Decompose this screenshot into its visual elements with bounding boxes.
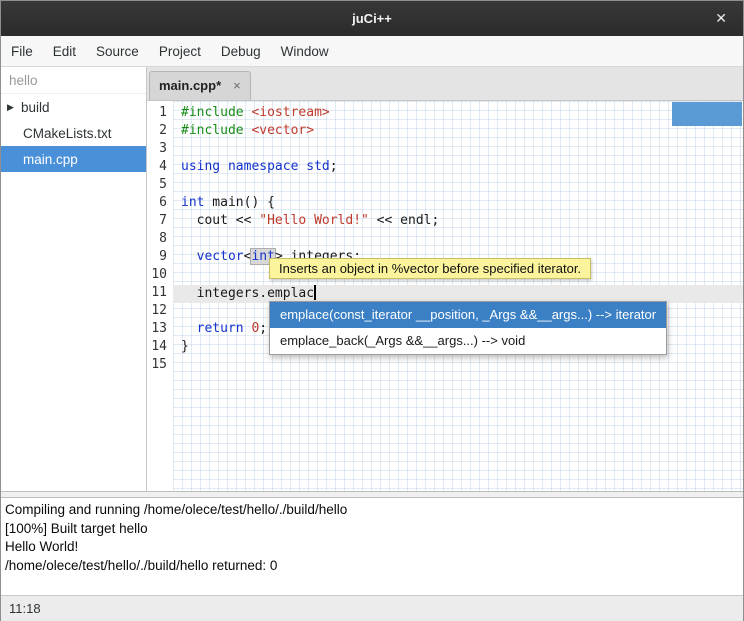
editor-pane: main.cpp* × 123456789101112131415 #inclu… — [147, 67, 743, 491]
tree-item-cmakelists-txt[interactable]: CMakeLists.txt — [1, 120, 146, 146]
line-number: 8 — [147, 231, 173, 249]
code-token: main() { — [204, 195, 274, 210]
code-token: << endl; — [369, 213, 439, 228]
code-token: } — [181, 339, 189, 354]
line-number: 3 — [147, 141, 173, 159]
line-number-gutter: 123456789101112131415 — [147, 105, 173, 375]
line-number: 13 — [147, 321, 173, 339]
line-number: 2 — [147, 123, 173, 141]
code-line[interactable]: int main() { — [173, 195, 743, 213]
line-number: 14 — [147, 339, 173, 357]
menu-edit[interactable]: Edit — [43, 36, 86, 66]
code-token: ; — [259, 321, 267, 336]
code-token: return — [197, 321, 244, 336]
file-tree: ▶build CMakeLists.txt main.cpp — [1, 94, 146, 172]
line-number: 6 — [147, 195, 173, 213]
code-token: using — [181, 159, 220, 174]
completion-item[interactable]: emplace(const_iterator __position, _Args… — [270, 302, 666, 328]
completion-item[interactable]: emplace_back(_Args &&__args...) --> void — [270, 328, 666, 354]
code-line[interactable]: cout << "Hello World!" << endl; — [173, 213, 743, 231]
code-line[interactable] — [173, 177, 743, 195]
code-line[interactable] — [173, 141, 743, 159]
menu-source[interactable]: Source — [86, 36, 149, 66]
output-line: [100%] Built target hello — [5, 520, 739, 539]
close-window-icon[interactable]: ✕ — [711, 1, 731, 36]
project-name: hello — [1, 67, 146, 94]
line-number: 9 — [147, 249, 173, 267]
line-number: 4 — [147, 159, 173, 177]
code-token: #include — [181, 105, 244, 120]
completion-popup: emplace(const_iterator __position, _Args… — [269, 301, 667, 355]
statusbar: 11:18 — [1, 595, 743, 621]
code-token: #include — [181, 123, 244, 138]
output-line: Compiling and running /home/olece/test/h… — [5, 501, 739, 520]
code-token: int — [181, 195, 204, 210]
output-line: Hello World! — [5, 538, 739, 557]
code-token: std — [306, 159, 329, 174]
code-line[interactable] — [173, 357, 743, 375]
expand-arrow-icon[interactable]: ▶ — [7, 102, 21, 113]
window-title: juCi++ — [352, 11, 392, 26]
menubar: FileEditSourceProjectDebugWindow — [1, 36, 743, 67]
cursor-position-status: 11:18 — [9, 601, 41, 616]
scrollbar-thumb[interactable] — [672, 102, 742, 126]
tree-item-label: CMakeLists.txt — [23, 126, 112, 141]
line-number: 12 — [147, 303, 173, 321]
code-token: vector — [197, 249, 244, 264]
code-line[interactable]: #include <vector> — [173, 123, 743, 141]
code-token: <vector> — [251, 123, 314, 138]
menu-project[interactable]: Project — [149, 36, 211, 66]
code-token: ; — [330, 159, 338, 174]
output-line: /home/olece/test/hello/./build/hello ret… — [5, 557, 739, 576]
file-tree-sidebar: hello ▶build CMakeLists.txt main.cpp — [1, 67, 147, 491]
line-number: 1 — [147, 105, 173, 123]
code-line[interactable]: using namespace std; — [173, 159, 743, 177]
tab-close-icon[interactable]: × — [233, 81, 241, 91]
code-token: namespace — [228, 159, 298, 174]
output-panel: Compiling and running /home/olece/test/h… — [1, 498, 743, 595]
code-token — [220, 159, 228, 174]
tree-item-label: build — [21, 100, 50, 115]
line-number: 7 — [147, 213, 173, 231]
tab-label: main.cpp* — [159, 78, 221, 93]
code-token: <iostream> — [251, 105, 329, 120]
line-number: 10 — [147, 267, 173, 285]
main-area: hello ▶build CMakeLists.txt main.cpp main.… — [1, 67, 743, 491]
line-number: 11 — [147, 285, 173, 303]
code-token: cout << — [181, 213, 259, 228]
code-editor[interactable]: 123456789101112131415 #include <iostream… — [147, 101, 743, 491]
code-token — [181, 321, 197, 336]
pane-splitter[interactable] — [1, 491, 743, 498]
menu-window[interactable]: Window — [271, 36, 339, 66]
code-token: integers.emplac — [181, 286, 314, 301]
jucipp-window: juCi++ ✕ FileEditSourceProjectDebugWindo… — [0, 0, 744, 621]
code-line[interactable] — [173, 231, 743, 249]
titlebar: juCi++ ✕ — [1, 1, 743, 36]
tree-item-main-cpp[interactable]: main.cpp — [1, 146, 146, 172]
menu-debug[interactable]: Debug — [211, 36, 271, 66]
code-token: "Hello World!" — [259, 213, 369, 228]
code-token — [181, 249, 197, 264]
menu-file[interactable]: File — [1, 36, 43, 66]
line-number: 15 — [147, 357, 173, 375]
tree-item-label: main.cpp — [23, 152, 78, 167]
tabbar: main.cpp* × — [147, 67, 743, 101]
line-number: 5 — [147, 177, 173, 195]
text-cursor — [314, 285, 316, 300]
tab-main-cpp[interactable]: main.cpp* × — [149, 71, 251, 100]
doc-tooltip: Inserts an object in %vector before spec… — [269, 258, 591, 279]
code-line[interactable]: #include <iostream> — [173, 105, 743, 123]
tree-item-build[interactable]: ▶build — [1, 94, 146, 120]
